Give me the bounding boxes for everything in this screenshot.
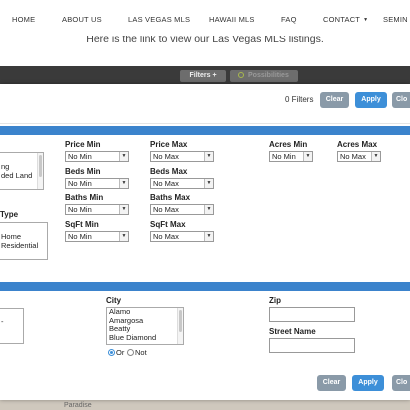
clear-button[interactable]: Clear xyxy=(320,92,349,108)
sqft-min-select[interactable]: No Min ▼ xyxy=(65,231,129,242)
chevron-down-icon: ▼ xyxy=(119,232,128,241)
or-label: Or xyxy=(116,348,125,357)
possibilities-button[interactable]: Possibilities xyxy=(230,70,298,82)
chevron-down-icon: ▼ xyxy=(119,179,128,188)
baths-min-select[interactable]: No Min ▼ xyxy=(65,204,129,215)
price-max-value: No Max xyxy=(153,152,179,161)
caret-down-icon: ▼ xyxy=(363,17,369,23)
chevron-down-icon: ▼ xyxy=(204,205,213,214)
zip-label: Zip xyxy=(269,296,281,305)
beds-min-label: Beds Min xyxy=(65,167,101,176)
nav-faq[interactable]: FAQ xyxy=(281,15,297,24)
intro-text: Here is the link to view our Las Vegas M… xyxy=(0,36,410,49)
chevron-down-icon: ▼ xyxy=(204,179,213,188)
circle-icon xyxy=(238,72,244,78)
baths-max-value: No Max xyxy=(153,205,179,214)
nav-contact[interactable]: CONTACT ▼ xyxy=(323,15,368,24)
acres-max-select[interactable]: No Max ▼ xyxy=(337,151,381,162)
street-name-label: Street Name xyxy=(269,327,316,336)
nav-home[interactable]: HOME xyxy=(12,15,35,24)
zip-input[interactable] xyxy=(269,307,355,322)
chevron-down-icon: ▼ xyxy=(119,205,128,214)
price-max-label: Price Max xyxy=(150,140,188,149)
property-subtype-list[interactable]: Home Residential xyxy=(0,222,48,260)
footer-apply-button[interactable]: Apply xyxy=(352,375,384,391)
filter-count: 0 Filters xyxy=(285,95,314,104)
beds-max-label: Beds Max xyxy=(150,167,188,176)
intro-text-label: Here is the link to view our Las Vegas M… xyxy=(86,36,324,45)
chevron-down-icon: ▼ xyxy=(204,152,213,161)
footer-clear-button[interactable]: Clear xyxy=(317,375,346,391)
property-type-list[interactable]: ng ded Land xyxy=(0,152,44,190)
baths-max-label: Baths Max xyxy=(150,193,191,202)
radio-icon xyxy=(127,349,134,356)
nav-seminars[interactable]: SEMIN xyxy=(383,15,408,24)
acres-min-value: No Min xyxy=(272,152,296,161)
chevron-down-icon: ▼ xyxy=(371,152,380,161)
list-item[interactable]: Residential xyxy=(0,241,47,251)
not-radio[interactable]: Not xyxy=(127,348,147,357)
chevron-down-icon: ▼ xyxy=(119,152,128,161)
section-band-location xyxy=(0,282,410,291)
map-place-label: Paradise xyxy=(64,402,92,409)
baths-min-value: No Min xyxy=(68,205,92,214)
plus-icon: + xyxy=(212,72,217,79)
nav-hawaii-mls[interactable]: HAWAII MLS xyxy=(209,15,255,24)
acres-min-select[interactable]: No Min ▼ xyxy=(269,151,313,162)
price-min-select[interactable]: No Min ▼ xyxy=(65,151,129,162)
radio-selected-icon xyxy=(108,349,115,356)
apply-button[interactable]: Apply xyxy=(355,92,387,108)
nav-las-vegas-mls[interactable]: LAS VEGAS MLS xyxy=(128,15,190,24)
price-min-value: No Min xyxy=(68,152,92,161)
scrollbar[interactable] xyxy=(37,153,43,189)
sqft-min-label: SqFt Min xyxy=(65,220,99,229)
nav-contact-label: CONTACT xyxy=(323,15,361,24)
baths-min-label: Baths Min xyxy=(65,193,104,202)
city-label: City xyxy=(106,296,122,305)
list-item[interactable]: - xyxy=(0,317,23,327)
baths-max-select[interactable]: No Max ▼ xyxy=(150,204,214,215)
chevron-down-icon: ▼ xyxy=(204,232,213,241)
not-label: Not xyxy=(135,348,147,357)
beds-min-value: No Min xyxy=(68,179,92,188)
close-button[interactable]: Clo xyxy=(392,92,410,108)
acres-max-label: Acres Max xyxy=(337,140,378,149)
price-max-select[interactable]: No Max ▼ xyxy=(150,151,214,162)
filters-modal: 0 Filters Clear Apply Clo ng ded Land Ty… xyxy=(0,84,410,400)
possibilities-label: Possibilities xyxy=(248,72,289,79)
beds-max-value: No Max xyxy=(153,179,179,188)
footer-close-button[interactable]: Clo xyxy=(392,375,410,391)
section-band-details xyxy=(0,126,410,135)
street-name-input[interactable] xyxy=(269,338,355,353)
price-min-label: Price Min xyxy=(65,140,101,149)
nav-about-us[interactable]: ABOUT US xyxy=(62,15,102,24)
acres-max-value: No Max xyxy=(340,152,366,161)
filters-button[interactable]: Filters + xyxy=(180,70,226,82)
sqft-min-value: No Min xyxy=(68,232,92,241)
list-item[interactable]: Blue Diamond xyxy=(107,333,183,343)
sqft-max-select[interactable]: No Max ▼ xyxy=(150,231,214,242)
top-navigation: HOME ABOUT US LAS VEGAS MLS HAWAII MLS F… xyxy=(0,0,410,38)
sqft-max-value: No Max xyxy=(153,232,179,241)
city-list[interactable]: Alamo Amargosa Beatty Blue Diamond xyxy=(106,307,184,345)
subtype-label: Type xyxy=(0,210,19,219)
or-radio[interactable]: Or xyxy=(108,348,124,357)
scrollbar[interactable] xyxy=(177,308,183,344)
beds-min-select[interactable]: No Min ▼ xyxy=(65,178,129,189)
filters-label: Filters xyxy=(189,72,211,79)
chevron-down-icon: ▼ xyxy=(303,152,312,161)
acres-min-label: Acres Min xyxy=(269,140,308,149)
beds-max-select[interactable]: No Max ▼ xyxy=(150,178,214,189)
modal-header: 0 Filters Clear Apply Clo xyxy=(0,84,410,124)
county-list[interactable]: - xyxy=(0,308,24,344)
sqft-max-label: SqFt Max xyxy=(150,220,186,229)
